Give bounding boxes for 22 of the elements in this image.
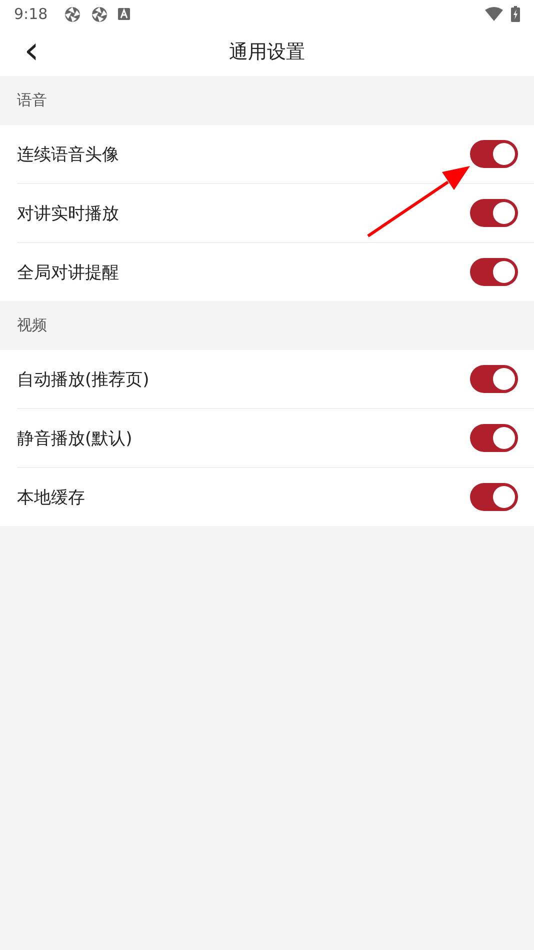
toggle-switch[interactable]	[470, 199, 518, 227]
toggle-switch[interactable]	[470, 365, 518, 393]
setting-label: 静音播放(默认)	[17, 428, 132, 450]
toggle-switch[interactable]	[470, 140, 518, 168]
notification-icon	[118, 8, 130, 20]
setting-label: 本地缓存	[17, 486, 85, 508]
setting-label: 连续语音头像	[17, 144, 119, 166]
aperture-icon	[64, 6, 81, 22]
section-title: 视频	[16, 315, 48, 336]
section-title: 语音	[16, 90, 48, 111]
setting-label: 全局对讲提醒	[17, 262, 119, 284]
status-time: 9:18	[14, 5, 48, 23]
wifi-icon	[485, 7, 503, 21]
page-title: 通用设置	[229, 40, 305, 65]
aperture-icon	[90, 6, 108, 22]
toggle-switch[interactable]	[470, 258, 518, 286]
setting-label: 自动播放(推荐页)	[17, 368, 150, 390]
battery-icon	[511, 6, 520, 22]
back-button[interactable]: ‹	[18, 32, 46, 68]
toggle-switch[interactable]	[470, 483, 518, 511]
setting-label: 对讲实时播放	[17, 202, 119, 224]
toggle-switch[interactable]	[470, 424, 518, 452]
